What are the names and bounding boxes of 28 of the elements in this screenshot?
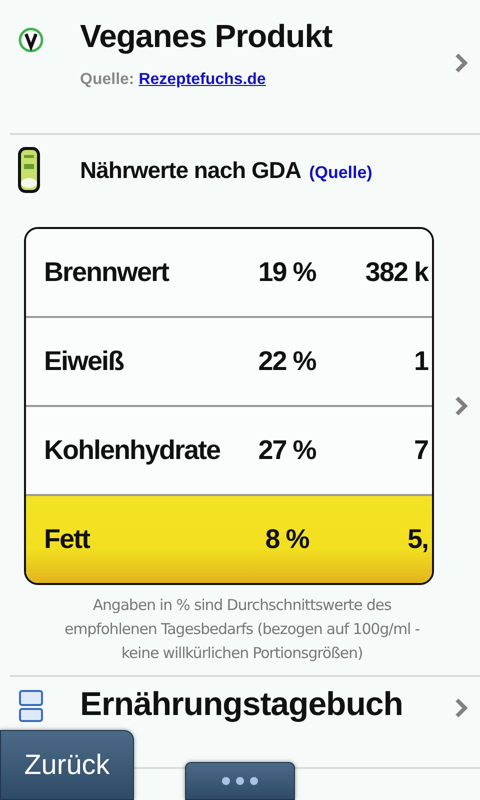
source-label: Quelle:: [80, 71, 134, 88]
section-title: Nährwerte nach GDA: [80, 156, 302, 182]
nutrient-amount: 7: [412, 435, 429, 466]
back-button[interactable]: Zurück: [0, 730, 134, 800]
diary-title[interactable]: Ernährungstagebuch: [80, 685, 454, 723]
product-title: Veganes Produkt: [80, 18, 334, 55]
chevron-right-icon[interactable]: [454, 697, 468, 719]
nutrient-percent: 27 %: [257, 435, 317, 466]
nutrient-percent: 19 %: [257, 257, 317, 288]
nutrient-percent: 22 %: [257, 346, 317, 377]
nutrient-name: Eiweiß: [43, 346, 125, 377]
food-diary-icon: [18, 689, 44, 723]
nutrient-amount: 382 k: [364, 257, 430, 288]
nutrient-amount: 5,: [406, 524, 429, 555]
chevron-right-icon[interactable]: [454, 52, 468, 74]
nutrient-name: Fett: [43, 524, 91, 555]
nutrient-name: Kohlenhydrate: [43, 435, 222, 466]
vegan-v-icon: [18, 27, 44, 53]
nutrient-name: Brennwert: [43, 257, 170, 288]
more-icon: [220, 776, 260, 786]
more-button[interactable]: [185, 762, 295, 800]
nutrition-label-icon: [18, 147, 40, 193]
nutrient-amount: 1: [412, 346, 430, 377]
source-link[interactable]: (Quelle): [309, 162, 372, 182]
footnote: Angaben in % sind Durchschnittswerte des empfohlenen Tagesbedarfs (bezogen auf 100g/ml - keine willkürlichen Portionsgrößen): [63, 595, 421, 664]
chevron-right-icon[interactable]: [454, 395, 468, 417]
nutrient-percent: 8 %: [264, 524, 310, 555]
source-link[interactable]: Rezeptefuchs.de: [138, 71, 266, 88]
